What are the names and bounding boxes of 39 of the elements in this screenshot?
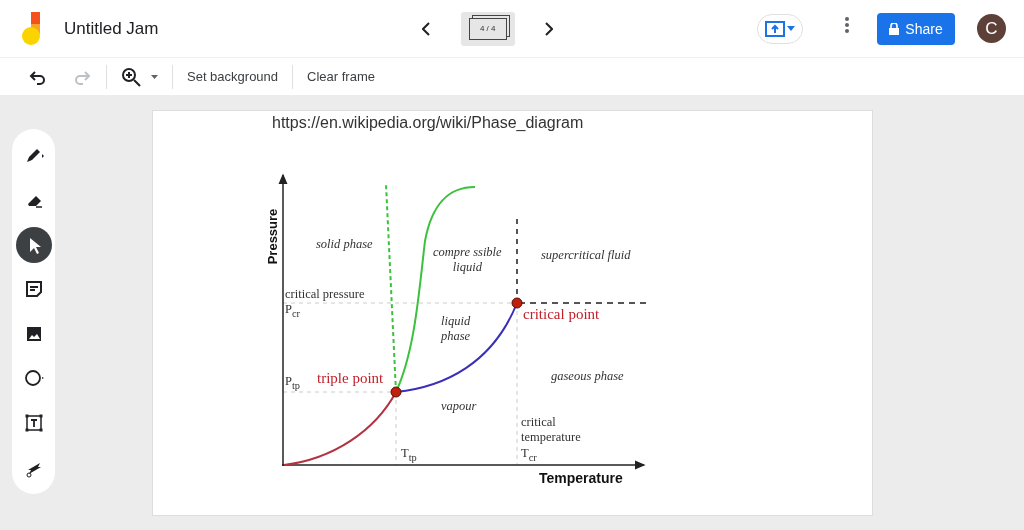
region-label: liquid phase bbox=[441, 314, 471, 344]
sticky-note-icon bbox=[23, 279, 44, 300]
present-icon bbox=[765, 20, 785, 37]
axis-title: Temperature bbox=[539, 470, 623, 486]
diagram-label: P$_{cr}$ bbox=[285, 302, 301, 320]
region-label: compre ssible liquid bbox=[433, 245, 502, 275]
share-button[interactable]: Share bbox=[877, 12, 955, 45]
present-button[interactable] bbox=[757, 13, 803, 44]
clear-frame-button[interactable]: Clear frame bbox=[307, 69, 375, 84]
lock-icon bbox=[889, 22, 900, 35]
point-label: critical point bbox=[523, 305, 600, 323]
point-label: triple point bbox=[317, 369, 384, 387]
region-label: gaseous phase bbox=[551, 369, 624, 384]
frame-bar-button[interactable]: 4 / 4 bbox=[460, 11, 515, 46]
diagram-label: critical pressure bbox=[285, 287, 365, 302]
diagram-label: P$_{tp}$ bbox=[285, 374, 301, 392]
caret-icon[interactable] bbox=[151, 74, 158, 79]
zoom-button[interactable] bbox=[121, 66, 141, 87]
chevron-right-icon bbox=[544, 21, 554, 36]
diagram-label: T$_{tp}$ bbox=[401, 446, 417, 464]
document-title[interactable]: Untitled Jam bbox=[64, 18, 159, 39]
tool-button[interactable] bbox=[15, 226, 52, 263]
region-label: supercritical fluid bbox=[541, 248, 631, 263]
critical-point-marker bbox=[511, 297, 523, 309]
diagram-label: T$_{cr}$ bbox=[521, 446, 537, 464]
circle-icon bbox=[23, 368, 44, 389]
caret-icon bbox=[787, 26, 795, 31]
axis-title: Pressure bbox=[265, 208, 281, 265]
region-label: vapour bbox=[441, 399, 477, 414]
source-url-text: https://en.wikipedia.org/wiki/Phase_diagram bbox=[272, 114, 584, 132]
chevron-left-icon bbox=[422, 21, 432, 36]
triple-point-marker bbox=[390, 386, 402, 398]
text-box-icon bbox=[23, 413, 44, 434]
set-background-button[interactable]: Set background bbox=[187, 69, 279, 84]
more-icon bbox=[845, 16, 849, 33]
diagram-label: critical temperature bbox=[521, 415, 581, 445]
zoom-in-icon bbox=[121, 66, 141, 87]
region-label: solid phase bbox=[316, 237, 373, 252]
account-avatar[interactable]: C bbox=[977, 14, 1006, 43]
